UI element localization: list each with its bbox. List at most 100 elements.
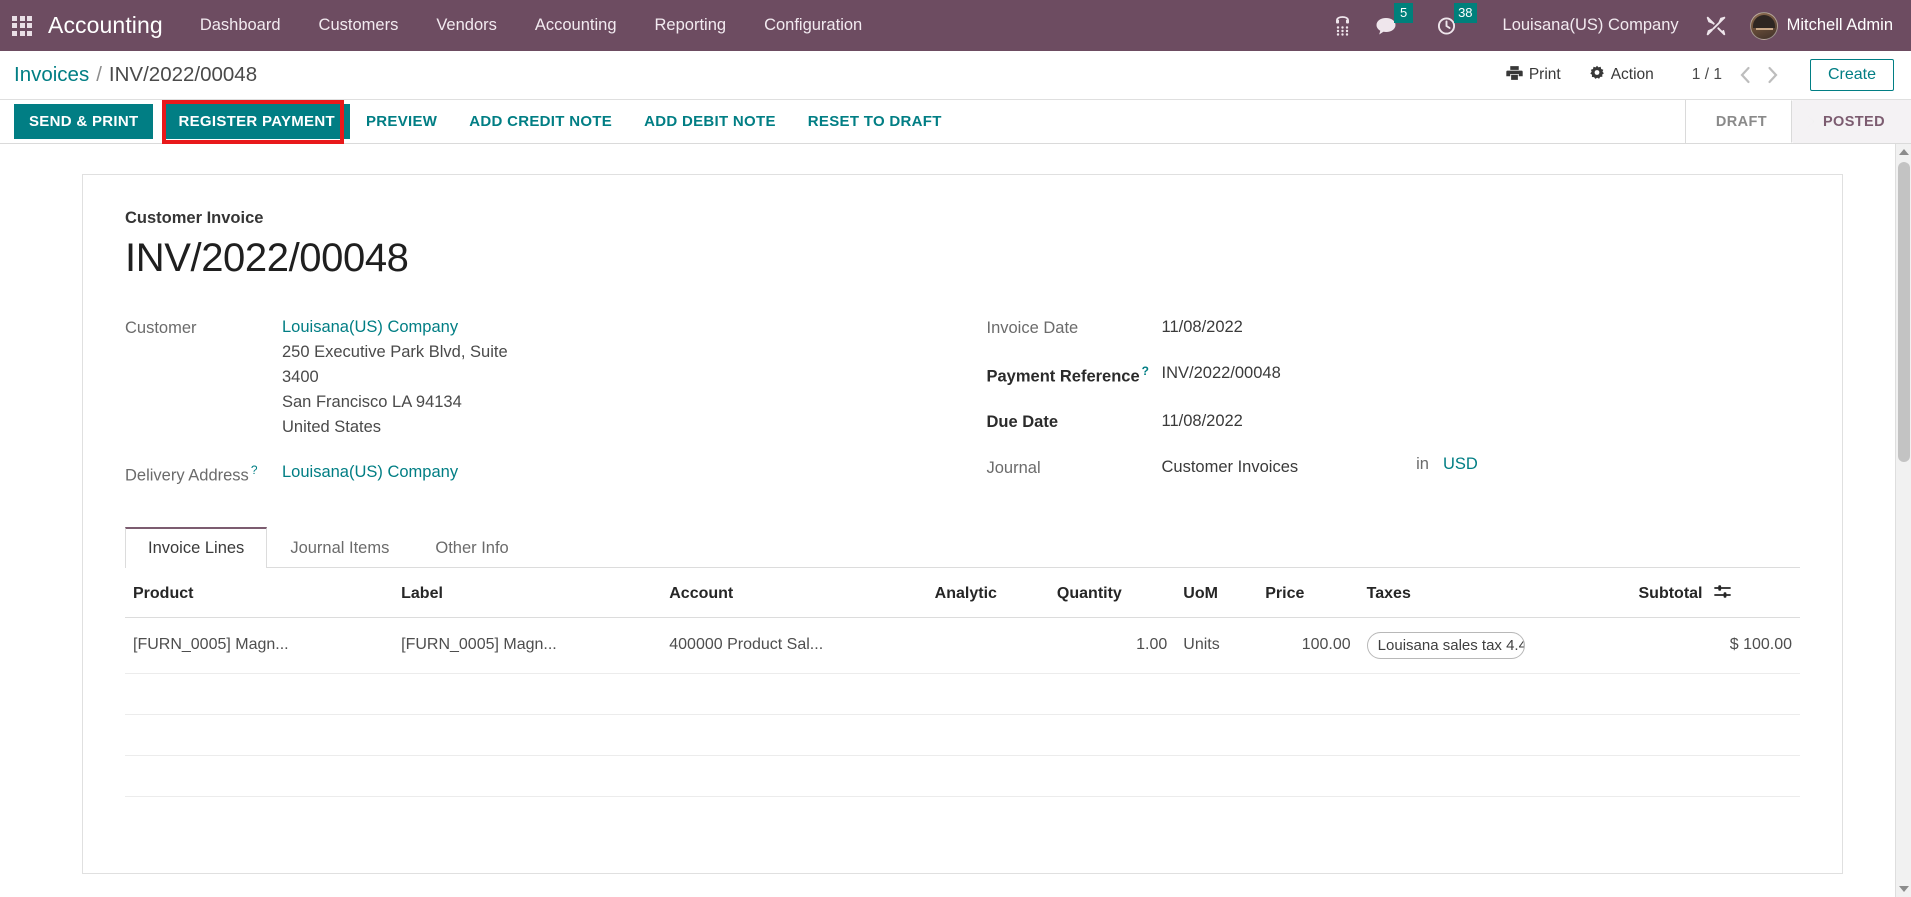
register-payment-button[interactable]: REGISTER PAYMENT xyxy=(163,104,350,139)
address-line-2: 3400 xyxy=(282,368,319,387)
add-debit-note-button[interactable]: ADD DEBIT NOTE xyxy=(628,104,792,139)
sliders-icon[interactable] xyxy=(1714,584,1731,604)
menu-item-dashboard[interactable]: Dashboard xyxy=(181,0,300,51)
gear-icon xyxy=(1589,65,1605,86)
state-draft[interactable]: DRAFT xyxy=(1685,100,1793,143)
form-statusbar: SEND & PRINT REGISTER PAYMENT PREVIEW AD… xyxy=(0,100,1911,144)
customer-label: Customer xyxy=(125,319,197,337)
tab-journal-items[interactable]: Journal Items xyxy=(267,527,412,568)
column-taxes: Taxes xyxy=(1358,567,1631,618)
menu-item-reporting[interactable]: Reporting xyxy=(636,0,746,51)
company-switcher[interactable]: Louisana(US) Company xyxy=(1490,0,1692,51)
field-journal: Journal Customer Invoices in USD xyxy=(987,455,1771,481)
invoice-date-value[interactable]: 11/08/2022 xyxy=(1162,315,1243,340)
empty-cell xyxy=(125,755,1800,797)
table-row[interactable]: [FURN_0005] Magn... [FURN_0005] Magn... … xyxy=(125,617,1800,674)
pager-next-icon[interactable] xyxy=(1760,62,1786,88)
tab-invoice-lines[interactable]: Invoice Lines xyxy=(125,526,268,568)
cell-account[interactable]: 400000 Product Sal... xyxy=(661,617,927,674)
dialpad-icon[interactable] xyxy=(1323,0,1362,51)
delivery-address-label-text: Delivery Address xyxy=(125,466,249,485)
messages-counter[interactable]: 5 xyxy=(1364,0,1424,51)
cell-taxes[interactable]: Louisana sales tax 4.45 xyxy=(1358,617,1631,674)
help-icon[interactable]: ? xyxy=(1142,364,1149,378)
payment-reference-label-text: Payment Reference xyxy=(986,367,1140,386)
app-brand-accounting[interactable]: Accounting xyxy=(44,12,181,39)
column-price: Price xyxy=(1257,567,1359,618)
customer-value-group: Louisana(US) Company 250 Executive Park … xyxy=(282,315,508,440)
address-line-3: San Francisco LA 94134 xyxy=(282,393,462,412)
activities-badge: 38 xyxy=(1454,3,1477,23)
invoice-lines-table: Product Label Account Analytic Quantity … xyxy=(125,567,1800,797)
notebook-tabs: Invoice Lines Journal Items Other Info xyxy=(125,526,1800,568)
main-content: Customer Invoice INV/2022/00048 Customer… xyxy=(0,144,1911,897)
create-button[interactable]: Create xyxy=(1809,59,1894,91)
column-product: Product xyxy=(125,567,394,618)
column-label: Label xyxy=(393,567,662,618)
scroll-up-icon[interactable] xyxy=(1896,144,1911,160)
add-credit-note-button[interactable]: ADD CREDIT NOTE xyxy=(453,104,628,139)
table-head: Product Label Account Analytic Quantity … xyxy=(125,567,1800,618)
breadcrumb-current: INV/2022/00048 xyxy=(108,63,258,86)
apps-grid-glyph xyxy=(12,15,32,36)
apps-grid-icon[interactable] xyxy=(0,0,44,51)
cell-subtotal: $ 100.00 xyxy=(1630,617,1800,674)
record-type-label: Customer Invoice xyxy=(125,209,264,227)
reset-to-draft-button[interactable]: RESET TO DRAFT xyxy=(792,104,958,139)
tax-badge[interactable]: Louisana sales tax 4.45 xyxy=(1366,631,1525,659)
menu-item-configuration[interactable]: Configuration xyxy=(745,0,881,51)
field-due-date: Due Date 11/08/2022 xyxy=(987,409,1771,435)
scrollbar-thumb[interactable] xyxy=(1898,162,1910,462)
cell-quantity[interactable]: 1.00 xyxy=(1048,617,1176,674)
menu-item-customers[interactable]: Customers xyxy=(300,0,418,51)
empty-cell xyxy=(125,673,1800,715)
avatar xyxy=(1749,11,1778,40)
statusbar-buttons: SEND & PRINT REGISTER PAYMENT PREVIEW AD… xyxy=(0,100,958,143)
cell-uom[interactable]: Units xyxy=(1175,617,1258,674)
table-empty-row[interactable] xyxy=(125,673,1800,715)
pager-previous-icon[interactable] xyxy=(1732,62,1758,88)
state-posted[interactable]: POSTED xyxy=(1792,100,1911,143)
pager-value: 1 / 1 xyxy=(1691,66,1722,83)
currency-prefix-label: in xyxy=(1416,454,1429,473)
cell-price[interactable]: 100.00 xyxy=(1257,617,1359,674)
tab-other-info[interactable]: Other Info xyxy=(412,527,531,568)
activities-counter[interactable]: 38 xyxy=(1426,0,1487,51)
menu-item-accounting[interactable]: Accounting xyxy=(516,0,636,51)
customer-link[interactable]: Louisana(US) Company xyxy=(282,315,508,340)
cell-product[interactable]: [FURN_0005] Magn... xyxy=(125,617,394,674)
cell-analytic[interactable] xyxy=(926,617,1049,674)
top-navbar: Accounting Dashboard Customers Vendors A… xyxy=(0,0,1911,51)
delivery-address-link[interactable]: Louisana(US) Company xyxy=(282,460,458,485)
payment-reference-value[interactable]: INV/2022/00048 xyxy=(1162,361,1281,386)
column-subtotal: Subtotal xyxy=(1630,567,1800,618)
user-menu[interactable]: Mitchell Admin xyxy=(1740,0,1897,51)
column-subtotal-label: Subtotal xyxy=(1638,584,1703,602)
control-panel: Invoices / INV/2022/00048 Print Action 1… xyxy=(0,51,1911,100)
delivery-address-label: Delivery Address? xyxy=(125,460,282,488)
breadcrumb-invoices[interactable]: Invoices xyxy=(14,63,89,87)
printer-icon xyxy=(1506,65,1523,86)
currency-link[interactable]: USD xyxy=(1443,455,1478,474)
table-empty-row[interactable] xyxy=(125,714,1800,756)
table-empty-row[interactable] xyxy=(125,755,1800,797)
scroll-down-icon[interactable] xyxy=(1896,881,1911,897)
help-icon[interactable]: ? xyxy=(251,463,258,477)
page-title: INV/2022/00048 xyxy=(125,236,409,280)
vertical-scrollbar[interactable] xyxy=(1895,144,1911,897)
pager: 1 / 1 xyxy=(1692,62,1786,88)
field-invoice-date: Invoice Date 11/08/2022 xyxy=(987,315,1771,341)
menu-item-vendors[interactable]: Vendors xyxy=(417,0,516,51)
send-and-print-button[interactable]: SEND & PRINT xyxy=(14,104,154,139)
table-body: [FURN_0005] Magn... [FURN_0005] Magn... … xyxy=(125,617,1800,797)
print-button[interactable]: Print xyxy=(1492,59,1575,92)
journal-value[interactable]: Customer Invoices xyxy=(1162,455,1299,480)
due-date-label: Due Date xyxy=(986,413,1059,431)
main-menu: Dashboard Customers Vendors Accounting R… xyxy=(181,0,881,51)
cell-label[interactable]: [FURN_0005] Magn... xyxy=(393,617,662,674)
tools-icon[interactable] xyxy=(1694,0,1738,51)
preview-button[interactable]: PREVIEW xyxy=(350,104,453,139)
action-button[interactable]: Action xyxy=(1575,59,1668,92)
due-date-value[interactable]: 11/08/2022 xyxy=(1162,409,1243,434)
navbar-right-tools: 5 38 Louisana(US) Company Mitchell Admin xyxy=(1323,0,1897,51)
